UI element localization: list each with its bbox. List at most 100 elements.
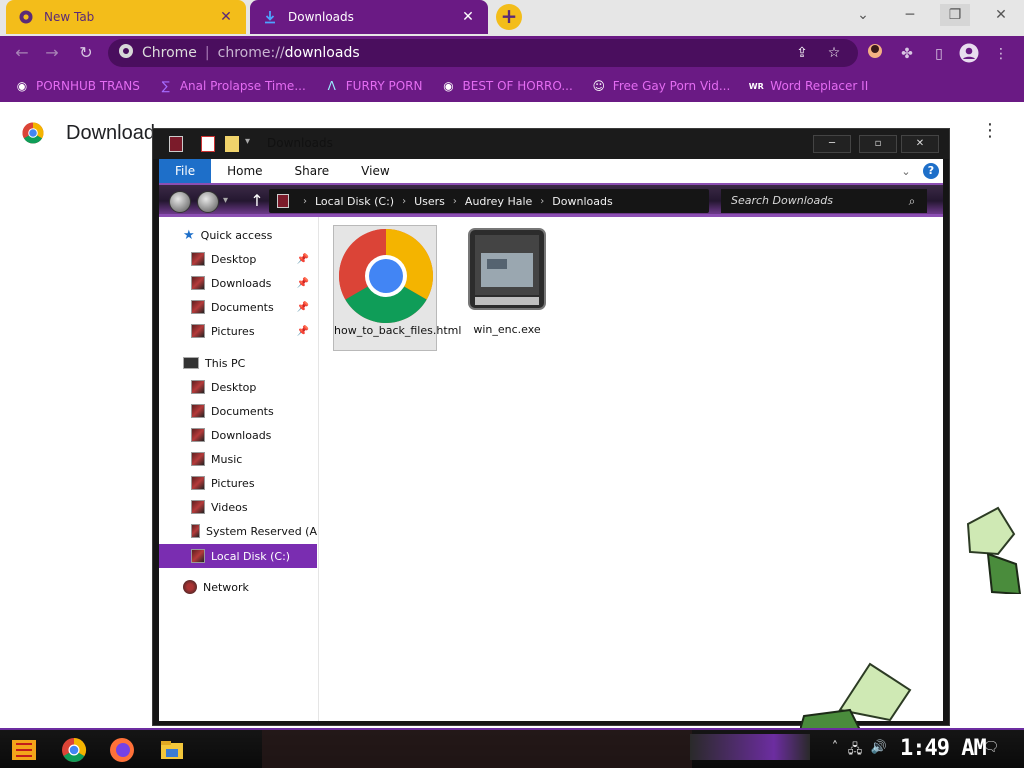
profile-icon[interactable] xyxy=(958,43,980,65)
new-folder-icon[interactable] xyxy=(225,136,239,152)
nav-item-system-reserved[interactable]: System Reserved (A xyxy=(159,519,317,543)
help-icon[interactable]: ? xyxy=(923,163,939,179)
maximize-button[interactable]: ▫ xyxy=(859,135,897,153)
search-input[interactable]: Search Downloads xyxy=(721,189,927,213)
bookmark-item[interactable]: ☺ Free Gay Porn Vid... xyxy=(591,78,731,94)
chrome-logo-icon xyxy=(22,122,44,144)
nav-item-pictures[interactable]: Pictures xyxy=(159,471,317,495)
nav-this-pc[interactable]: This PC xyxy=(159,351,317,375)
downloads-folder-icon xyxy=(191,428,205,442)
nav-label: Downloads xyxy=(211,276,272,290)
forward-icon[interactable]: → xyxy=(40,41,64,65)
file-item[interactable]: win_enc.exe xyxy=(455,225,559,351)
nav-item-pictures[interactable]: Pictures 📌 xyxy=(159,319,317,343)
new-tab-button[interactable]: + xyxy=(496,4,522,30)
extension-avatar-icon[interactable] xyxy=(864,43,886,65)
close-icon[interactable]: ✕ xyxy=(218,9,234,25)
close-window-button[interactable]: ✕ xyxy=(986,4,1016,26)
restore-button[interactable]: ❐ xyxy=(940,4,970,26)
minimize-button[interactable]: ─ xyxy=(813,135,851,153)
music-folder-icon xyxy=(191,452,205,466)
reload-icon[interactable]: ↻ xyxy=(74,41,98,65)
bookmark-item[interactable]: ◉ PORNHUB TRANS xyxy=(14,78,140,94)
search-icon[interactable]: ⌕ xyxy=(905,194,919,208)
nav-label: Local Disk (C:) xyxy=(211,549,291,563)
properties-icon[interactable] xyxy=(201,136,215,152)
side-panel-icon[interactable]: ▯ xyxy=(928,43,950,65)
pictures-folder-icon xyxy=(191,324,205,338)
site-name: Chrome xyxy=(142,45,197,61)
nav-item-downloads[interactable]: Downloads xyxy=(159,423,317,447)
chrome-icon xyxy=(18,9,34,25)
url-scheme: chrome:// xyxy=(217,45,285,61)
bookmark-label: Anal Prolapse Time... xyxy=(179,79,306,93)
globe-icon: ◉ xyxy=(443,79,454,93)
breadcrumb-item[interactable]: Users xyxy=(414,195,445,208)
volume-icon[interactable]: 🔊 xyxy=(870,740,888,755)
bookmark-item[interactable]: WR Word Replacer II xyxy=(748,78,868,94)
explorer-address-bar: ▾ ↑ › Local Disk (C:) › Users › Audrey H… xyxy=(159,183,943,217)
network-icon xyxy=(183,580,197,594)
more-options-icon[interactable]: ⋮ xyxy=(980,120,1000,141)
minimize-button[interactable]: ─ xyxy=(895,4,925,26)
address-bar[interactable]: Chrome | chrome:// downloads xyxy=(108,39,858,67)
forward-icon[interactable] xyxy=(197,191,219,213)
nav-quick-access[interactable]: ★ Quick access xyxy=(159,223,317,247)
back-icon[interactable] xyxy=(169,191,191,213)
breadcrumb-item[interactable]: Local Disk (C:) xyxy=(315,195,394,208)
network-icon[interactable]: 🖧 xyxy=(846,740,864,762)
show-hidden-icons-icon[interactable]: ˄ xyxy=(826,740,844,755)
up-arrow-icon[interactable]: ↑ xyxy=(247,191,267,211)
tab-file[interactable]: File xyxy=(159,159,212,183)
bookmark-item[interactable]: Λ FURRY PORN xyxy=(324,78,423,94)
file-name: win_enc.exe xyxy=(473,323,541,336)
tab-search-icon[interactable]: ⌄ xyxy=(848,4,878,26)
menu-kebab-icon[interactable]: ⋮ xyxy=(990,43,1012,65)
nav-item-local-disk[interactable]: Local Disk (C:) xyxy=(159,544,317,568)
close-button[interactable]: ✕ xyxy=(901,135,939,153)
bookmark-label: BEST OF HORRO... xyxy=(462,79,573,93)
tab-downloads[interactable]: Downloads ✕ xyxy=(250,0,488,34)
nav-label: Downloads xyxy=(211,428,272,442)
explorer-titlebar: ▾ Downloads ─ ▫ ✕ xyxy=(153,129,949,159)
file-explorer-icon[interactable] xyxy=(156,734,188,766)
close-icon[interactable]: ✕ xyxy=(460,9,476,25)
customize-toolbar-icon[interactable]: ▾ xyxy=(245,136,250,147)
bookmark-item[interactable]: ∑ Anal Prolapse Time... xyxy=(158,78,306,94)
bookmark-star-icon[interactable]: ☆ xyxy=(824,43,844,63)
nav-item-downloads[interactable]: Downloads 📌 xyxy=(159,271,317,295)
tab-view[interactable]: View xyxy=(345,159,405,183)
tab-home[interactable]: Home xyxy=(211,159,278,183)
share-icon[interactable]: ⇪ xyxy=(792,43,812,63)
breadcrumb-item[interactable]: Audrey Hale xyxy=(465,195,532,208)
nav-item-desktop[interactable]: Desktop 📌 xyxy=(159,247,317,271)
firefox-icon[interactable] xyxy=(106,734,138,766)
documents-folder-icon xyxy=(191,404,205,418)
bookmark-item[interactable]: ◉ BEST OF HORRO... xyxy=(441,78,573,94)
puzzle-extensions-icon[interactable]: ✤ xyxy=(896,43,918,65)
start-icon[interactable] xyxy=(8,734,40,766)
breadcrumb[interactable]: › Local Disk (C:) › Users › Audrey Hale … xyxy=(269,189,709,213)
nav-label: Network xyxy=(203,580,249,594)
breadcrumb-item[interactable]: Downloads xyxy=(552,195,612,208)
back-icon[interactable]: ← xyxy=(10,41,34,65)
tab-share[interactable]: Share xyxy=(279,159,346,183)
notifications-icon[interactable]: 🗨 xyxy=(982,740,1000,755)
nav-label: System Reserved (A xyxy=(205,524,317,538)
nav-item-music[interactable]: Music xyxy=(159,447,317,471)
nav-item-desktop[interactable]: Desktop xyxy=(159,375,317,399)
clock[interactable]: 1:49 AM xyxy=(900,736,987,761)
pin-icon: 📌 xyxy=(296,301,309,313)
nav-item-documents[interactable]: Documents 📌 xyxy=(159,295,317,319)
file-item[interactable]: how_to_back_files.html xyxy=(333,225,461,351)
computer-icon xyxy=(183,357,199,369)
chrome-icon[interactable] xyxy=(58,734,90,766)
nav-item-documents[interactable]: Documents xyxy=(159,399,317,423)
nav-item-videos[interactable]: Videos xyxy=(159,495,317,519)
nav-network[interactable]: Network xyxy=(159,575,317,599)
recent-locations-icon[interactable]: ▾ xyxy=(223,195,228,206)
chevron-down-icon[interactable]: ⌄ xyxy=(897,165,915,178)
page-title: Download xyxy=(66,122,155,144)
nav-label: Documents xyxy=(211,300,274,314)
tab-new-tab[interactable]: New Tab ✕ xyxy=(6,0,246,34)
